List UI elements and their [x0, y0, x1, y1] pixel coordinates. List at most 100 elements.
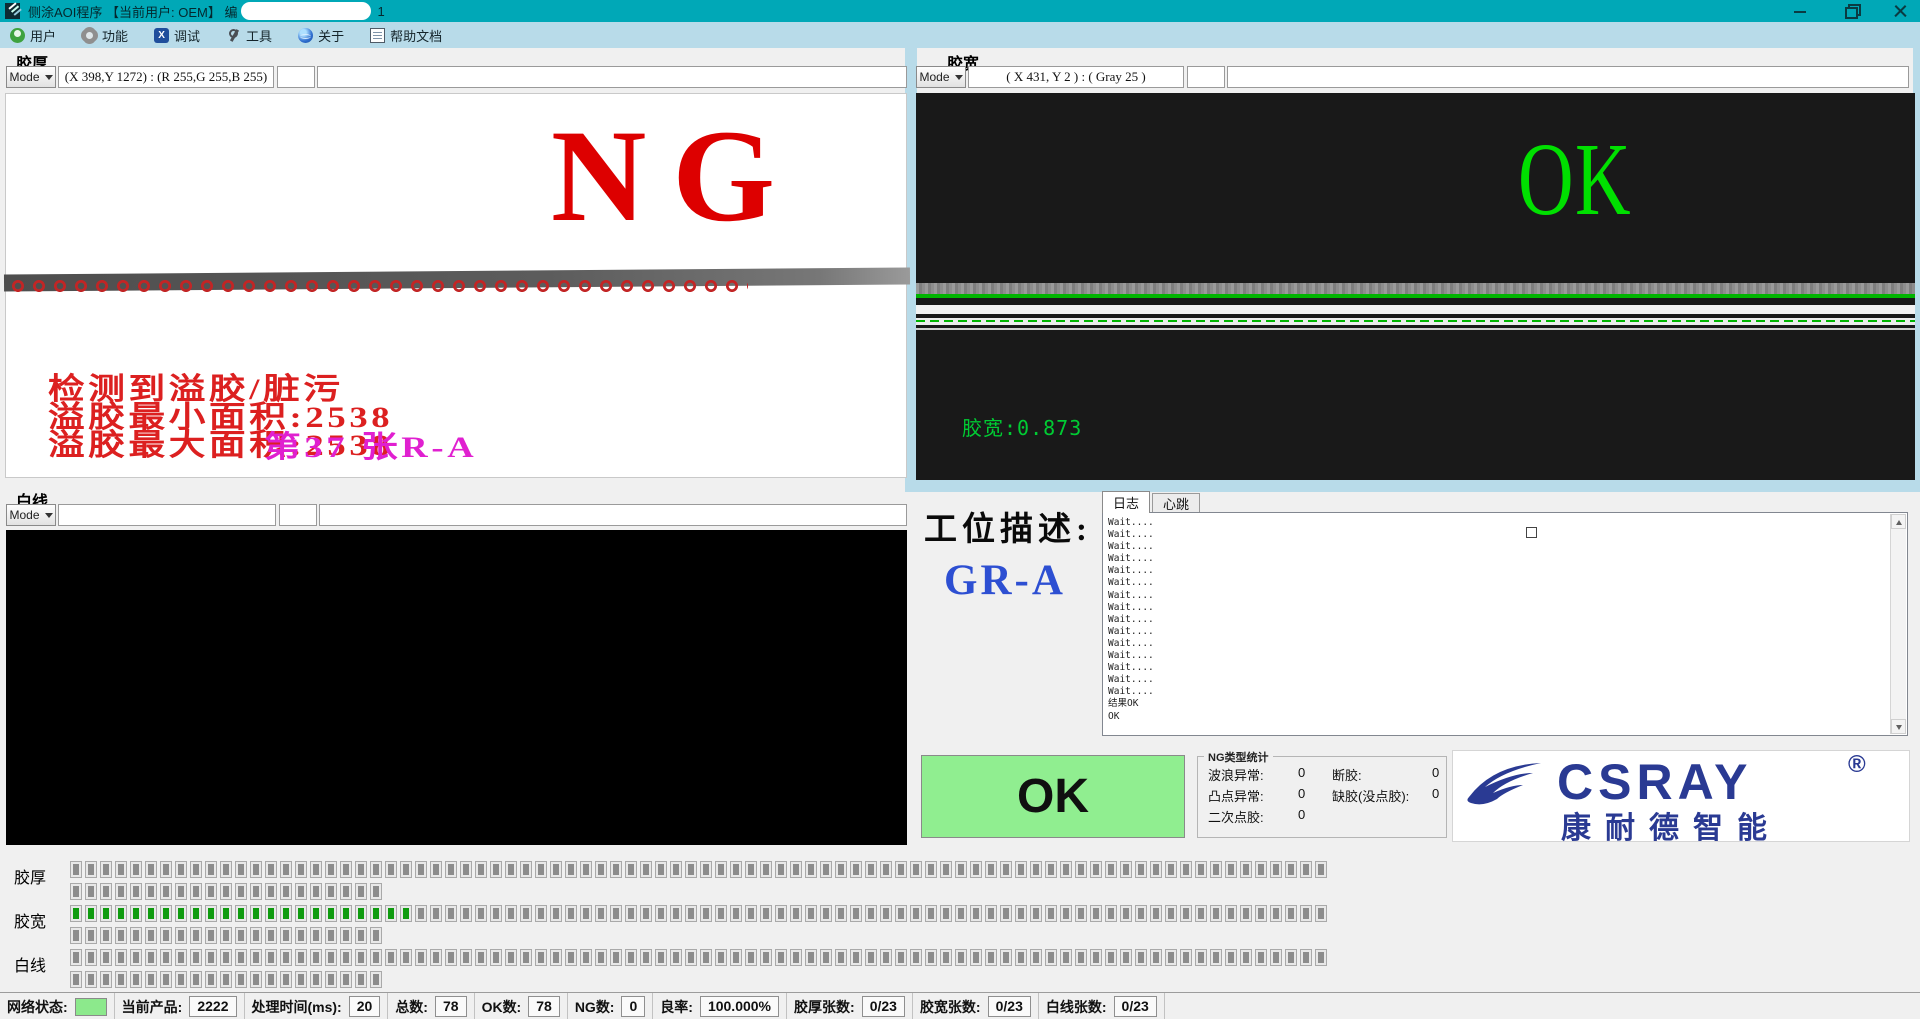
debug-icon	[154, 28, 169, 43]
indicator-cell	[1210, 949, 1222, 966]
indicator-cell	[400, 949, 412, 966]
indicator-cell	[205, 905, 217, 922]
image-canvas-glue-thickness: NG 检测到溢胶/脏污 溢胶最小面积:2538 溢胶最大面积:2538 第37 …	[5, 93, 907, 478]
indicator-cell	[70, 927, 82, 944]
indicator-cell	[1075, 861, 1087, 878]
indicator-cell	[1015, 905, 1027, 922]
chevron-down-icon	[955, 75, 963, 80]
indicator-cell	[115, 971, 127, 988]
indicator-cell	[115, 927, 127, 944]
indicator-row	[70, 927, 382, 944]
indicator-cell	[430, 949, 442, 966]
mode-dropdown-glue-width[interactable]: Mode	[916, 66, 966, 88]
close-button[interactable]	[1888, 1, 1912, 21]
toolbar-box-long-glue-thickness	[317, 66, 907, 88]
indicator-cell	[835, 861, 847, 878]
indicator-cell	[1300, 905, 1312, 922]
indicator-cell	[145, 861, 157, 878]
station-description-value: GR-A	[944, 556, 1066, 605]
indicator-cell	[790, 861, 802, 878]
mode-dropdown-glue-thickness[interactable]: Mode	[6, 66, 56, 88]
indicator-cell	[535, 949, 547, 966]
ng-stats-title: NG类型统计	[1204, 749, 1273, 765]
result-ok-button[interactable]: OK	[921, 755, 1185, 838]
status-item-value: 100.000%	[700, 996, 779, 1017]
indicator-cell	[1270, 949, 1282, 966]
indicator-cell	[340, 927, 352, 944]
indicator-cell	[1270, 905, 1282, 922]
status-item-value: 2222	[189, 996, 236, 1017]
scroll-down-icon[interactable]	[1891, 719, 1906, 734]
indicator-cell	[235, 905, 247, 922]
mode-dropdown-white-line[interactable]: Mode	[6, 504, 56, 526]
indicator-cell	[1240, 861, 1252, 878]
indicator-cell	[685, 861, 697, 878]
indicator-cell	[265, 949, 277, 966]
indicator-cell	[610, 949, 622, 966]
indicator-cell	[205, 949, 217, 966]
menu-item-function[interactable]: 功能	[82, 26, 128, 45]
mode-label: Mode	[9, 70, 39, 84]
status-bar: 网络状态:当前产品:2222处理时间(ms):20总数:78OK数:78NG数:…	[0, 992, 1920, 1019]
restore-button[interactable]	[1838, 1, 1862, 21]
indicator-cell	[1030, 861, 1042, 878]
pixel-readout-glue-width: ( X 431, Y 2 ) : ( Gray 25 )	[968, 66, 1184, 88]
result-ok-label: OK	[1017, 769, 1089, 824]
indicator-cell	[205, 971, 217, 988]
indicator-cell	[220, 861, 232, 878]
indicator-cell	[775, 905, 787, 922]
indicator-cell	[1045, 861, 1057, 878]
log-scrollbar[interactable]	[1890, 514, 1906, 734]
indicator-cell	[1180, 949, 1192, 966]
status-item-value: 0/23	[1114, 996, 1157, 1017]
menu-item-about[interactable]: 关于	[298, 26, 344, 45]
indicator-cell	[100, 905, 112, 922]
indicator-cell	[250, 905, 262, 922]
menu-item-user[interactable]: 用户	[10, 26, 56, 45]
indicator-cell	[190, 905, 202, 922]
indicator-cell	[730, 905, 742, 922]
indicator-cell	[310, 949, 322, 966]
indicator-cell	[370, 883, 382, 900]
log-line: Wait....	[1108, 565, 1887, 577]
menu-item-help-doc-label: 帮助文档	[390, 26, 442, 45]
status-item: 胶宽张数:0/23	[913, 993, 1039, 1019]
indicator-cell	[880, 905, 892, 922]
indicator-cell	[145, 883, 157, 900]
indicator-cell	[370, 949, 382, 966]
indicator-cell	[145, 949, 157, 966]
indicator-cell	[160, 883, 172, 900]
menu-item-debug[interactable]: 调试	[154, 26, 200, 45]
indicator-cell	[610, 861, 622, 878]
indicator-cell	[805, 949, 817, 966]
indicator-cell	[775, 861, 787, 878]
indicator-cell	[115, 883, 127, 900]
indicator-cell	[235, 971, 247, 988]
scroll-up-icon[interactable]	[1891, 514, 1906, 529]
indicator-cell	[535, 861, 547, 878]
indicator-cell	[925, 949, 937, 966]
indicator-cell	[265, 883, 277, 900]
indicator-cell	[490, 861, 502, 878]
minimize-button[interactable]	[1788, 1, 1812, 21]
indicator-cell	[1315, 949, 1327, 966]
tab-heartbeat[interactable]: 心跳	[1152, 493, 1200, 513]
indicator-cell	[130, 927, 142, 944]
indicator-cell	[1270, 861, 1282, 878]
indicator-cell	[820, 949, 832, 966]
indicator-cell	[985, 861, 997, 878]
indicator-cell	[640, 949, 652, 966]
log-checkbox[interactable]	[1526, 527, 1537, 538]
indicator-cell	[160, 971, 172, 988]
tab-log[interactable]: 日志	[1102, 491, 1150, 513]
glue-width-measurement: 胶宽:0.873	[962, 412, 1082, 441]
indicator-cell	[1300, 861, 1312, 878]
indicator-cell	[265, 861, 277, 878]
indicator-cell	[970, 949, 982, 966]
toolbar-box-long-white-line	[319, 504, 907, 526]
stat-second-dispense-value: 0	[1298, 807, 1305, 822]
log-output-box[interactable]: Wait....Wait....Wait....Wait....Wait....…	[1102, 512, 1908, 736]
menu-item-tools[interactable]: 工具	[226, 26, 272, 45]
menu-item-help-doc[interactable]: 帮助文档	[370, 26, 442, 45]
indicator-cell	[85, 883, 97, 900]
